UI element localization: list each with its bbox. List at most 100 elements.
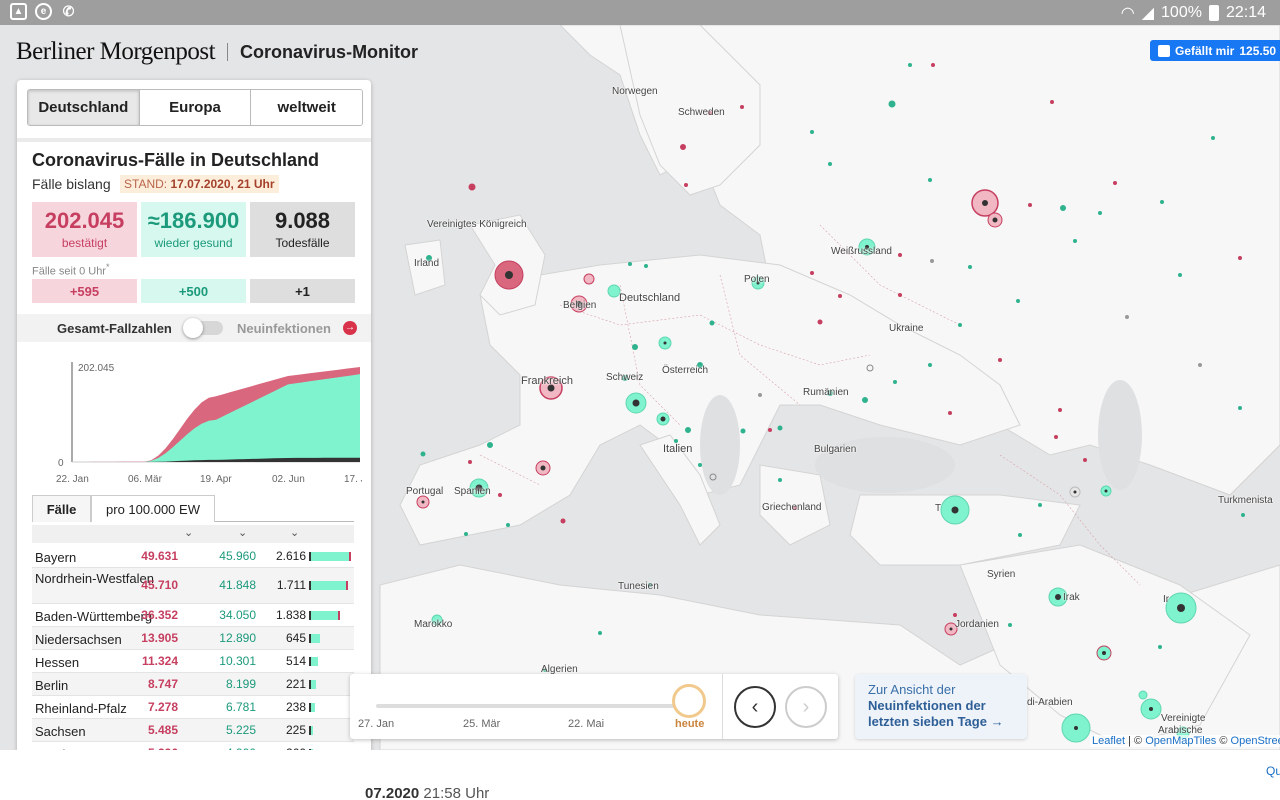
- deaths-value: 9.088: [274, 208, 331, 233]
- header-divider: [227, 43, 229, 61]
- state-bar-deaths: [309, 725, 311, 735]
- site-logo[interactable]: Berliner Morgenpost: [16, 38, 216, 66]
- map-label-ukraine: Ukraine: [889, 323, 924, 334]
- chevron-right-icon[interactable]: ›: [785, 686, 827, 728]
- facebook-like-button[interactable]: Gefällt mir 125.50: [1150, 40, 1280, 61]
- recovered-value: ≈186.900: [147, 208, 240, 233]
- state-bar-confirmed: [349, 551, 351, 561]
- source-link[interactable]: Qu: [1266, 764, 1280, 778]
- state-confirmed: 5.485: [147, 722, 178, 737]
- map-label-uae1: Vereinigte: [1161, 713, 1206, 724]
- timeline-handle[interactable]: [672, 684, 706, 718]
- state-bar: [309, 610, 339, 620]
- table-row[interactable]: Sachsen 5.485 5.225 225: [32, 719, 354, 742]
- map-label-iran: Ir: [1163, 594, 1170, 605]
- state-bar-deaths: [309, 551, 311, 561]
- map-label-syrien: Syrien: [987, 569, 1016, 580]
- tab-faelle[interactable]: Fälle: [32, 495, 91, 522]
- arrow-right-icon[interactable]: →: [343, 321, 357, 335]
- sort-deaths-chevron-icon[interactable]: ⌄: [290, 526, 299, 539]
- map-label-rumaenien: Rumänien: [803, 387, 849, 398]
- timeline-label-start: 27. Jan: [358, 718, 395, 730]
- state-confirmed: 13.905: [141, 630, 178, 645]
- summary-subtitle: Fälle bislang: [32, 176, 111, 192]
- state-recovered: 34.050: [219, 607, 256, 622]
- confirmed-value: 202.045: [44, 208, 125, 233]
- map-label-tuerkei: T: [935, 503, 942, 514]
- state-deaths: 225: [285, 722, 306, 737]
- toggle-label-total[interactable]: Gesamt-Fallzahlen: [57, 321, 172, 336]
- since-label-text: Fälle seit 0 Uhr: [32, 265, 106, 278]
- state-name: Rheinland-Pfalz: [35, 700, 127, 716]
- state-bar-deaths: [309, 633, 311, 643]
- map-label-deutschland: Deutschland: [619, 292, 681, 304]
- copyright-mark: ©: [1219, 735, 1228, 747]
- attribution-separator: |: [1128, 735, 1131, 747]
- signal-icon: ◢: [1141, 5, 1155, 22]
- mode-toggle-row: Gesamt-Fallzahlen Neuinfektionen →: [17, 314, 371, 342]
- since-footnote-mark: *: [105, 262, 110, 272]
- state-bar-confirmed: [338, 610, 341, 620]
- map-attribution: Leaflet | © OpenMapTiles © OpenStree: [1090, 735, 1280, 747]
- chart-x-tick: 17. Jul: [344, 474, 362, 485]
- state-bar-deaths: [309, 679, 311, 689]
- page-title: Coronavirus-Monitor: [240, 41, 419, 62]
- state-deaths: 2.616: [275, 548, 306, 563]
- map-label-griechenland: Griechenland: [762, 502, 822, 513]
- state-bar: [309, 581, 346, 590]
- timeline-track[interactable]: [376, 704, 686, 708]
- map-label-uk: Vereinigtes Königreich: [427, 219, 527, 230]
- gallery-icon: ▲: [10, 3, 27, 20]
- state-name: Nordrhein-Westfalen: [35, 571, 154, 586]
- table-row[interactable]: Berlin 8.747 8.199 221: [32, 673, 354, 696]
- map-label-saudi: di-Arabien: [1027, 697, 1073, 708]
- table-row[interactable]: Baden-Württemberg 36.352 34.050 1.838: [32, 604, 354, 627]
- map-label-oesterreich: Österreich: [662, 365, 709, 376]
- timeline-control: 27. Jan 25. Mär 22. Mai heute ‹ ›: [350, 674, 838, 739]
- map-label-irland: Irland: [414, 258, 440, 269]
- tab-weltweit[interactable]: weltweit: [251, 90, 362, 125]
- toggle-label-new[interactable]: Neuinfektionen: [237, 321, 331, 336]
- copyright-mark: ©: [1134, 735, 1143, 747]
- sort-confirmed-chevron-icon[interactable]: ⌄: [184, 526, 193, 539]
- chart-x-tick: 02. Jun: [272, 474, 305, 485]
- map-label-portugal: Portugal: [406, 486, 444, 497]
- new-infections-line2: Neuinfektionen der: [868, 698, 986, 713]
- map-label-frankreich: Frankreich: [521, 375, 573, 387]
- state-name: Berlin: [35, 677, 69, 693]
- thumbs-up-icon: [1158, 44, 1170, 57]
- openstreetmap-link[interactable]: OpenStree: [1231, 735, 1280, 747]
- arrow-right-icon: →: [990, 714, 1004, 729]
- sort-recovered-chevron-icon[interactable]: ⌄: [238, 526, 247, 539]
- summary-title: Coronavirus-Fälle in Deutschland: [32, 150, 320, 170]
- table-row[interactable]: Nordrhein-Westfalen 45.710 41.848 1.711: [32, 568, 354, 604]
- leaflet-link[interactable]: Leaflet: [1092, 735, 1125, 747]
- tab-europa[interactable]: Europa: [139, 90, 252, 125]
- state-name: Sachsen: [35, 723, 86, 739]
- tab-per-100k[interactable]: pro 100.000 EW: [91, 495, 215, 522]
- map-label-marokko: Marokko: [414, 619, 453, 630]
- article-date-value: 07.2020: [365, 785, 420, 800]
- chart-x-tick: 06. Mär: [128, 474, 163, 485]
- table-row[interactable]: Bayern 49.631 45.960 2.616: [32, 545, 354, 568]
- map-label-bulgarien: Bulgarien: [814, 444, 857, 455]
- facebook-like-label: Gefällt mir: [1175, 43, 1235, 58]
- openmaptiles-link[interactable]: OpenMapTiles: [1145, 735, 1216, 747]
- state-recovered: 8.199: [225, 676, 256, 691]
- state-confirmed: 8.747: [147, 676, 178, 691]
- tab-deutschland[interactable]: Deutschland: [28, 90, 140, 125]
- mode-toggle-switch[interactable]: [183, 318, 223, 338]
- state-confirmed: 7.278: [147, 699, 178, 714]
- map-label-irak: Irak: [1063, 592, 1080, 603]
- state-deaths: 1.838: [275, 607, 306, 622]
- new-infections-link[interactable]: Zur Ansicht der Neuinfektionen der letzt…: [855, 674, 1027, 739]
- state-confirmed: 36.352: [141, 607, 178, 622]
- region-tabs: Deutschland Europa weltweit: [27, 89, 363, 126]
- since-label: Fälle seit 0 Uhr*: [32, 262, 110, 278]
- timeline-label-today: heute: [675, 718, 705, 730]
- chevron-left-icon[interactable]: ‹: [734, 686, 776, 728]
- table-row[interactable]: Hessen 11.324 10.301 514: [32, 650, 354, 673]
- state-deaths: 1.711: [276, 578, 306, 592]
- table-row[interactable]: Rheinland-Pfalz 7.278 6.781 238: [32, 696, 354, 719]
- table-row[interactable]: Niedersachsen 13.905 12.890 645: [32, 627, 354, 650]
